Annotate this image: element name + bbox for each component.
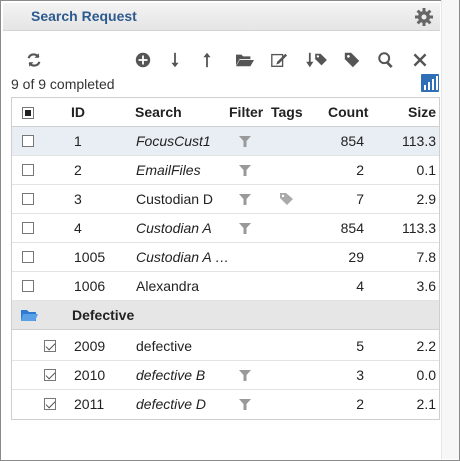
tag-icon	[280, 193, 293, 205]
row-checkbox[interactable]	[22, 222, 34, 234]
column-header-filter[interactable]: Filter	[229, 104, 263, 120]
cell-count: 29	[348, 249, 364, 265]
filter-icon	[239, 223, 251, 234]
row-checkbox[interactable]	[22, 280, 34, 292]
refresh-icon[interactable]	[23, 49, 45, 71]
cell-count: 854	[340, 220, 364, 236]
row-checkbox[interactable]	[44, 398, 56, 410]
column-header-count[interactable]: Count	[328, 104, 368, 120]
cell-id: 2011	[74, 396, 105, 412]
cell-id: 2010	[74, 367, 106, 383]
table-row[interactable]: 2011 defective D 2 2.1	[12, 390, 439, 419]
cell-size: 113.3	[402, 133, 436, 149]
column-header-search[interactable]: Search	[135, 104, 182, 120]
search-icon[interactable]	[375, 49, 397, 71]
search-results-grid: ID Search Filter Tags Count Size 1 Focus…	[11, 97, 440, 420]
sort-tag-icon[interactable]	[304, 49, 330, 71]
filter-icon	[239, 136, 251, 147]
right-scroll-strip	[441, 0, 459, 459]
cell-count: 854	[340, 133, 364, 149]
table-row[interactable]: 2010 defective B 3 0.0	[12, 361, 439, 390]
cell-id: 2	[74, 162, 82, 178]
cell-search: Custodian D	[136, 191, 214, 207]
cell-size: 2.1	[416, 396, 436, 412]
panel-titlebar: Search Request	[3, 3, 440, 31]
cell-search: defective B	[136, 367, 206, 383]
gear-icon[interactable]	[414, 7, 434, 27]
add-icon[interactable]	[132, 49, 154, 71]
cell-size: 2.2	[416, 338, 436, 354]
row-checkbox[interactable]	[22, 164, 34, 176]
table-row[interactable]: 3 Custodian D 7 2.9	[12, 185, 439, 214]
cell-search: FocusCust1	[136, 133, 211, 149]
cell-count: 3	[356, 367, 364, 383]
row-checkbox[interactable]	[22, 251, 34, 263]
cell-size: 0.0	[416, 367, 436, 383]
cell-count: 5	[356, 338, 364, 354]
table-row[interactable]: 1006 Alexandra 4 3.6	[12, 272, 439, 301]
cell-search: Custodian A	[136, 220, 212, 236]
cell-id: 2009	[74, 338, 106, 354]
search-request-panel: Search Request 9 of 9 completed ID Searc…	[3, 3, 440, 458]
cell-id: 4	[74, 220, 82, 236]
select-all-checkbox[interactable]	[22, 107, 34, 119]
row-checkbox[interactable]	[22, 193, 34, 205]
panel-title: Search Request	[31, 8, 137, 24]
table-row[interactable]: 2 EmailFiles 2 0.1	[12, 156, 439, 185]
cell-id: 1006	[74, 278, 106, 294]
folder-icon	[21, 310, 38, 321]
cell-count: 4	[356, 278, 364, 294]
chart-icon[interactable]	[421, 74, 439, 92]
table-row[interactable]: 1 FocusCust1 854 113.3	[12, 127, 439, 156]
edit-icon[interactable]	[268, 49, 290, 71]
cell-count: 2	[356, 162, 364, 178]
cell-size: 3.6	[416, 278, 436, 294]
cell-search: defective D	[136, 396, 207, 412]
table-row[interactable]: 4 Custodian A 854 113.3	[12, 214, 439, 243]
arrow-down-icon[interactable]	[164, 49, 186, 71]
table-row[interactable]: 1005 Custodian A … 29 7.8	[12, 243, 439, 272]
cell-id: 1	[74, 133, 82, 149]
cell-size: 7.8	[416, 249, 436, 265]
column-header-size[interactable]: Size	[408, 104, 436, 120]
completion-status: 9 of 9 completed	[11, 76, 115, 92]
filter-icon	[239, 370, 251, 381]
cell-size: 113.3	[402, 220, 436, 236]
row-checkbox[interactable]	[22, 135, 34, 147]
cell-search: Custodian A …	[136, 249, 230, 265]
cell-search: defective	[136, 338, 193, 354]
filter-icon	[239, 399, 251, 410]
arrow-up-icon[interactable]	[196, 49, 218, 71]
filter-icon	[239, 194, 251, 205]
cell-search: Alexandra	[136, 278, 200, 294]
cell-id: 3	[74, 191, 82, 207]
close-icon[interactable]	[409, 49, 431, 71]
grid-header: ID Search Filter Tags Count Size	[12, 97, 439, 127]
folder-open-icon[interactable]	[234, 49, 256, 71]
table-row[interactable]: 2009 defective 5 2.2	[12, 332, 439, 361]
cell-id: 1005	[74, 249, 106, 265]
tag-icon[interactable]	[341, 49, 363, 71]
cell-size: 2.9	[416, 191, 436, 207]
group-title: Defective	[72, 307, 135, 323]
row-checkbox[interactable]	[44, 369, 56, 381]
cell-size: 0.1	[416, 162, 436, 178]
group-row[interactable]: Defective	[12, 301, 439, 330]
column-header-id[interactable]: ID	[71, 104, 85, 120]
column-header-tags[interactable]: Tags	[271, 104, 303, 120]
cell-search: EmailFiles	[136, 162, 201, 178]
row-checkbox[interactable]	[44, 340, 56, 352]
cell-count: 2	[356, 396, 364, 412]
cell-count: 7	[356, 191, 364, 207]
filter-icon	[239, 165, 251, 176]
